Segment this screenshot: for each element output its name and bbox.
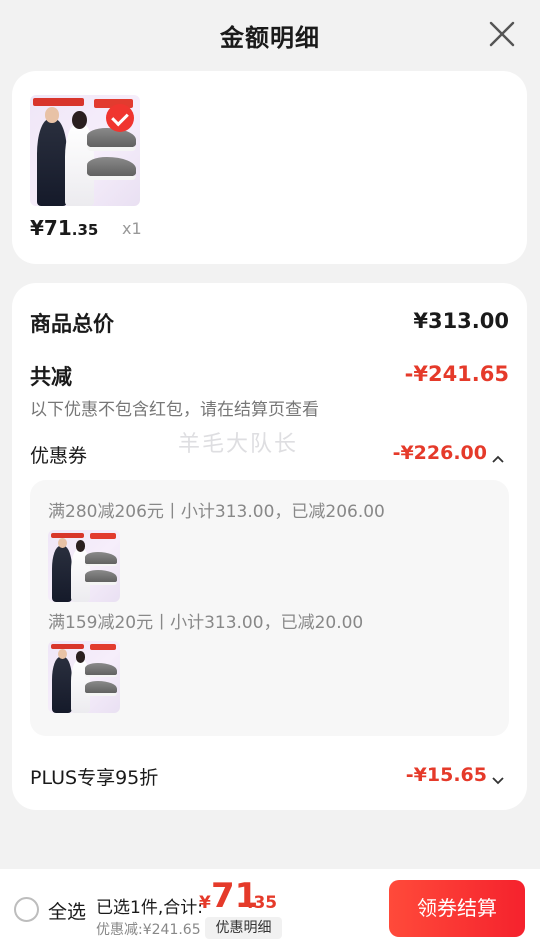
brand-logo xyxy=(33,98,84,106)
header: 金额明细 xyxy=(0,0,540,70)
discount-value: -¥241.65 xyxy=(404,362,509,386)
total-price-label: 商品总价 xyxy=(30,312,114,336)
total-price-value: ¥313.00 xyxy=(413,309,509,333)
model-man xyxy=(52,537,73,602)
checkmark-icon[interactable] xyxy=(106,104,134,132)
product-price: ¥71.35 xyxy=(30,216,98,240)
total-currency: ¥ xyxy=(199,893,211,913)
price-decimal: .35 xyxy=(71,221,99,239)
promo-banner xyxy=(89,532,116,539)
product-quantity: x1 xyxy=(122,219,142,238)
coupon-rule-1: 满280减206元丨小计313.00，已减206.00 xyxy=(48,502,385,522)
plus-discount-value[interactable]: -¥15.65 xyxy=(406,764,487,786)
discount-label: 共减 xyxy=(30,365,72,389)
coupon-value[interactable]: -¥226.00 xyxy=(393,442,487,464)
shoe-image xyxy=(85,662,118,678)
discount-note: 以下优惠不包含红包，请在结算页查看 xyxy=(30,400,319,420)
selected-count-text: 已选1件,合计: xyxy=(96,898,203,918)
close-icon[interactable] xyxy=(486,18,518,50)
coupon-product-thumbnail xyxy=(48,641,120,713)
watermark: 羊毛大队长 xyxy=(178,432,299,457)
chevron-up-icon[interactable] xyxy=(492,448,504,463)
brand-logo xyxy=(51,533,85,539)
chevron-down-icon[interactable] xyxy=(492,770,504,785)
total-amount-decimal: .35 xyxy=(247,893,278,913)
coupon-product-thumbnail xyxy=(48,530,120,602)
page-title: 金额明细 xyxy=(220,24,320,52)
promo-banner xyxy=(89,643,116,650)
shoe-image xyxy=(85,551,118,567)
select-all-label[interactable]: 全选 xyxy=(48,897,86,924)
shoe-image xyxy=(87,128,137,152)
checkout-button[interactable]: 领券结算 xyxy=(389,880,525,937)
coupon-rule-2: 满159减20元丨小计313.00，已减20.00 xyxy=(48,613,364,633)
plus-discount-label: PLUS专享95折 xyxy=(30,767,159,789)
shoe-image xyxy=(85,570,118,586)
shoe-image xyxy=(85,681,118,697)
select-all-radio[interactable] xyxy=(14,897,39,922)
model-man xyxy=(52,648,73,713)
discount-detail-button[interactable]: 优惠明细 xyxy=(205,917,282,939)
model-man xyxy=(36,107,68,206)
brand-logo xyxy=(51,644,85,650)
shoe-image xyxy=(87,157,137,180)
saved-amount: 优惠减:¥241.65 xyxy=(96,922,201,938)
coupon-label: 优惠券 xyxy=(30,445,88,467)
price-integer: ¥71 xyxy=(30,216,72,240)
